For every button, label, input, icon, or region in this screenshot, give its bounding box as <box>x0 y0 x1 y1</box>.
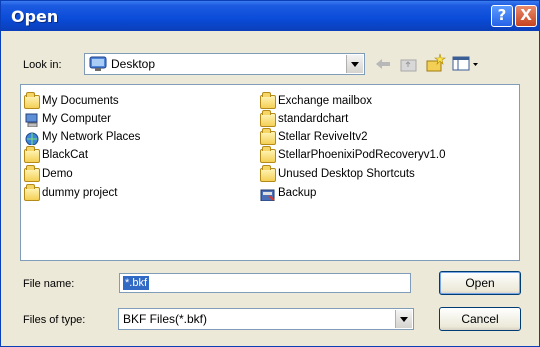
look-in-dropdown[interactable]: Desktop <box>84 53 365 75</box>
folder-icon <box>260 92 276 109</box>
backup-icon <box>260 189 275 201</box>
file-type-value: BKF Files(*.bkf) <box>123 312 208 326</box>
file-name-label: File name: <box>23 278 75 290</box>
new-folder-icon[interactable] <box>425 53 447 73</box>
title-bar[interactable]: Open ? X <box>1 1 539 31</box>
open-button-label: Open <box>465 276 495 290</box>
network-places-icon <box>25 132 39 145</box>
help-button[interactable]: ? <box>491 5 513 27</box>
folder-icon <box>260 110 276 127</box>
file-type-dropdown[interactable]: BKF Files(*.bkf) <box>118 308 414 330</box>
look-in-value: Desktop <box>111 57 156 71</box>
file-name-input[interactable]: *.bkf <box>119 273 411 293</box>
close-icon: X <box>520 6 532 24</box>
file-name-value: *.bkf <box>123 276 150 290</box>
desktop-icon <box>89 56 107 71</box>
back-icon[interactable] <box>373 55 393 73</box>
open-dialog: Open ? X Look in: Desktop My Documents M… <box>0 0 540 347</box>
look-in-label: Look in: <box>23 59 62 71</box>
my-computer-icon <box>25 113 38 127</box>
folder-icon <box>260 146 276 163</box>
folder-icon <box>24 146 40 163</box>
help-icon: ? <box>497 6 507 24</box>
up-one-level-icon[interactable] <box>399 55 419 73</box>
cancel-button[interactable]: Cancel <box>439 307 521 331</box>
file-type-label: Files of type: <box>23 314 86 326</box>
window-title: Open <box>11 7 59 26</box>
open-button[interactable]: Open <box>439 271 521 295</box>
my-documents-folder-icon <box>24 92 40 109</box>
folder-icon <box>24 165 40 182</box>
close-button[interactable]: X <box>515 5 537 27</box>
folder-icon <box>260 128 276 145</box>
folder-icon <box>24 184 40 201</box>
file-list-view[interactable]: My Documents My Computer My Network Plac… <box>20 84 520 261</box>
look-in-dropdown-arrow[interactable] <box>346 55 363 73</box>
file-type-dropdown-arrow[interactable] <box>395 310 412 328</box>
cancel-button-label: Cancel <box>461 312 499 326</box>
folder-icon <box>260 165 276 182</box>
view-menu-icon[interactable] <box>452 55 480 73</box>
